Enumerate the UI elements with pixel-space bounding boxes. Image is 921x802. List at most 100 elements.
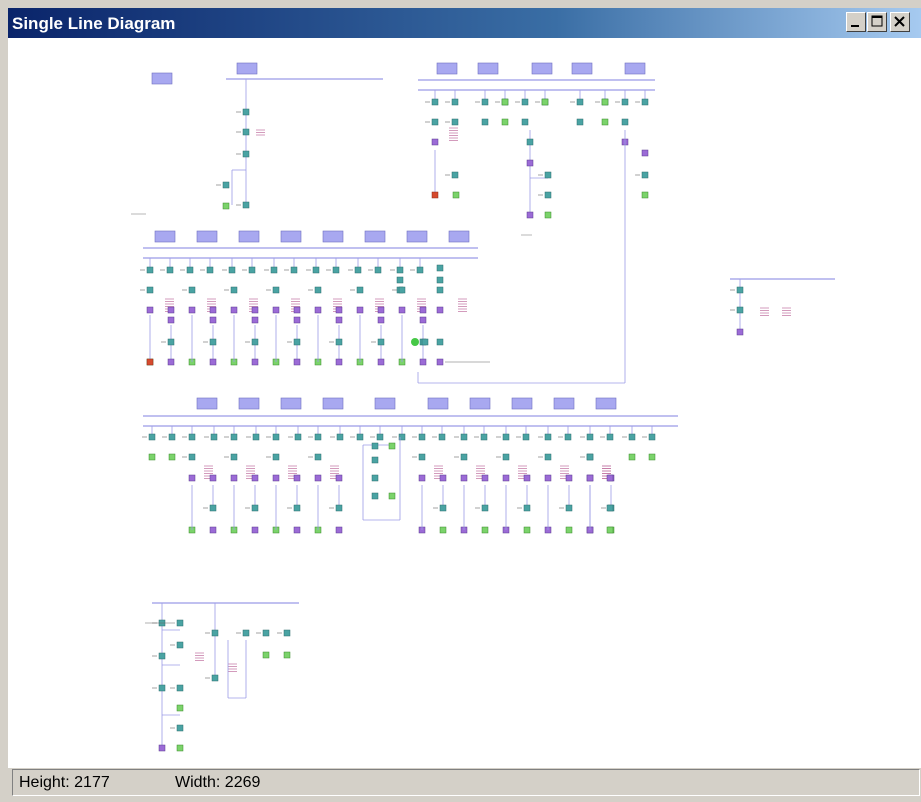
breaker-symbol: [335, 504, 343, 512]
bus-label: [624, 62, 646, 75]
breaker-symbol: [148, 433, 156, 441]
breaker-symbol: [158, 652, 166, 660]
breaker-symbol: [176, 641, 184, 649]
bus-label: [374, 397, 396, 410]
maximize-button[interactable]: [867, 12, 887, 32]
transformer-symbol: [419, 316, 427, 324]
transformer-symbol: [641, 149, 649, 157]
transformer-symbol: [439, 474, 447, 482]
transformer-symbol: [293, 474, 301, 482]
transformer-symbol: [314, 474, 322, 482]
breaker-symbol: [418, 453, 426, 461]
transformer-symbol: [293, 316, 301, 324]
breaker-symbol: [272, 286, 280, 294]
bus-label: [236, 62, 258, 75]
breaker-symbol: [176, 619, 184, 627]
breaker-symbol: [356, 433, 364, 441]
bus-label: [595, 397, 617, 410]
transformer-symbol: [418, 474, 426, 482]
breaker-symbol: [248, 266, 256, 274]
breaker-symbol: [621, 118, 629, 126]
transformer-symbol: [377, 306, 385, 314]
breaker-symbol: [168, 433, 176, 441]
breaker-symbol: [251, 338, 259, 346]
breaker-symbol: [209, 504, 217, 512]
transformer-symbol: [230, 474, 238, 482]
breaker-symbol: [290, 266, 298, 274]
transformer-symbol: [335, 316, 343, 324]
load-symbol: [501, 118, 509, 126]
bus-label: [469, 397, 491, 410]
breaker-symbol: [377, 338, 385, 346]
breaker-symbol: [416, 266, 424, 274]
load-symbol: [168, 453, 176, 461]
breaker-symbol: [544, 191, 552, 199]
breaker-symbol: [354, 266, 362, 274]
breaker-symbol: [628, 433, 636, 441]
breaker-symbol: [230, 433, 238, 441]
breaker-symbol: [293, 504, 301, 512]
breaker-symbol: [431, 118, 439, 126]
breaker-symbol: [396, 276, 404, 284]
close-button[interactable]: [890, 12, 910, 32]
diagram-canvas[interactable]: [8, 38, 921, 768]
transformer-symbol: [526, 211, 534, 219]
breaker-symbol: [521, 98, 529, 106]
status-height: Height: 2177: [19, 774, 110, 791]
transformer-symbol: [293, 358, 301, 366]
breaker-symbol: [421, 338, 429, 346]
transformer-symbol: [293, 526, 301, 534]
transformer-symbol: [209, 358, 217, 366]
transformer-symbol: [544, 474, 552, 482]
transformer-symbol: [167, 306, 175, 314]
breaker-symbol: [335, 338, 343, 346]
transformer-symbol: [419, 306, 427, 314]
load-symbol: [628, 453, 636, 461]
load-symbol: [388, 492, 396, 500]
breaker-symbol: [736, 286, 744, 294]
breaker-symbol: [186, 266, 194, 274]
transformer-symbol: [398, 306, 406, 314]
breaker-symbol: [146, 286, 154, 294]
bus-label: [531, 62, 553, 75]
transformer-symbol: [502, 474, 510, 482]
bus-label: [406, 230, 428, 243]
transformer-symbol: [158, 744, 166, 752]
transformer-symbol: [251, 306, 259, 314]
breaker-symbol: [222, 181, 230, 189]
breaker-symbol: [242, 150, 250, 158]
breaker-symbol: [431, 98, 439, 106]
breaker-symbol: [576, 118, 584, 126]
load-symbol: [262, 651, 270, 659]
breaker-symbol: [481, 98, 489, 106]
breaker-symbol: [242, 629, 250, 637]
bus-label: [477, 62, 499, 75]
bus-label: [196, 230, 218, 243]
bus-label: [280, 397, 302, 410]
bus-label: [154, 230, 176, 243]
load-symbol: [541, 98, 549, 106]
breaker-symbol: [586, 433, 594, 441]
transformer-symbol: [146, 306, 154, 314]
transformer-symbol: [251, 358, 259, 366]
breaker-symbol: [210, 433, 218, 441]
bus-label: [322, 397, 344, 410]
load-symbol: [452, 191, 460, 199]
load-symbol: [606, 526, 614, 534]
breaker-symbol: [436, 264, 444, 272]
transformer-symbol: [356, 306, 364, 314]
transformer-symbol: [335, 306, 343, 314]
breaker-symbol: [481, 118, 489, 126]
breaker-symbol: [371, 442, 379, 450]
load-symbol: [388, 442, 396, 450]
title-bar[interactable]: Single Line Diagram: [8, 8, 921, 38]
single-line-diagram[interactable]: [8, 38, 921, 768]
breaker-symbol: [480, 433, 488, 441]
breaker-symbol: [439, 504, 447, 512]
transformer-symbol: [209, 526, 217, 534]
breaker-symbol: [270, 266, 278, 274]
breaker-symbol: [176, 724, 184, 732]
bus-label: [238, 230, 260, 243]
breaker-symbol: [312, 266, 320, 274]
minimize-button[interactable]: [846, 12, 866, 32]
